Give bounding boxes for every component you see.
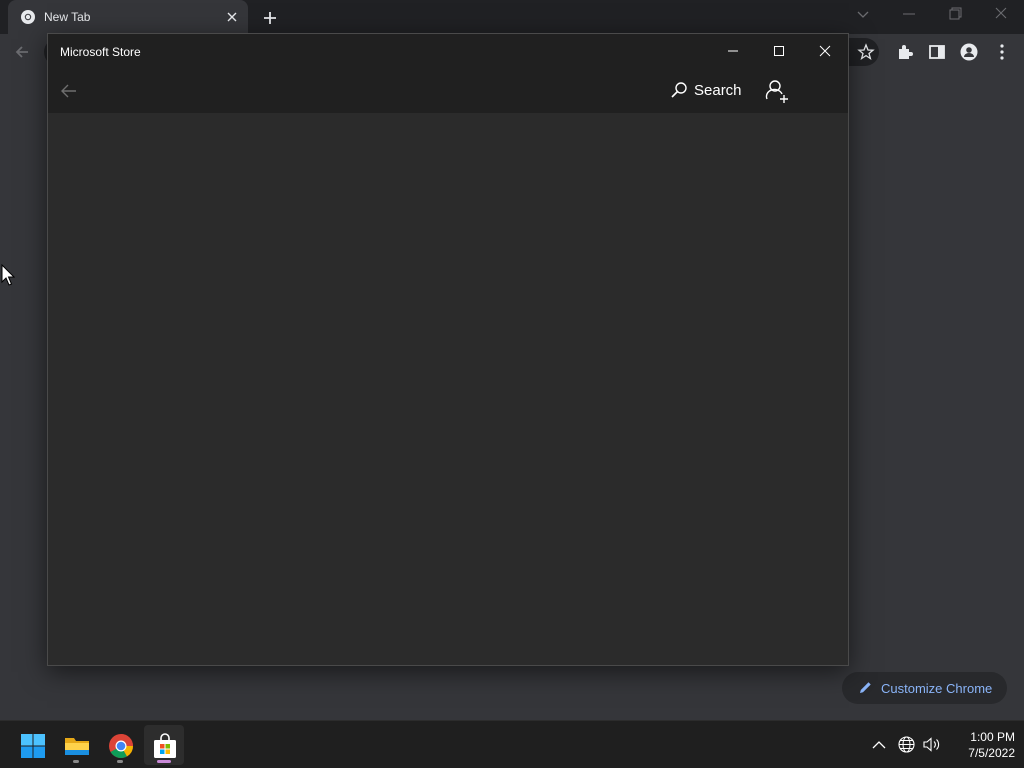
side-panel-icon[interactable] (928, 43, 946, 61)
windows-taskbar: 1:00 PM 7/5/2022 (0, 720, 1024, 768)
chrome-tab-strip: New Tab (0, 0, 1024, 34)
active-indicator (157, 760, 171, 763)
store-bag-icon (154, 733, 176, 758)
tab-title: New Tab (44, 10, 91, 24)
new-tab-plus-icon[interactable] (260, 8, 280, 28)
store-maximize-button[interactable] (756, 39, 802, 63)
extensions-puzzle-icon[interactable] (896, 43, 914, 61)
clock-date: 7/5/2022 (968, 746, 1015, 760)
store-minimize-button[interactable] (710, 39, 756, 63)
chrome-favicon-icon (21, 10, 35, 24)
pencil-icon (860, 682, 871, 693)
store-title-bar[interactable]: Microsoft Store (48, 34, 848, 68)
running-indicator (117, 760, 123, 763)
maximize-icon (774, 46, 784, 56)
taskbar-google-chrome[interactable] (100, 725, 140, 765)
store-back-arrow-icon[interactable] (58, 80, 80, 102)
clock-time: 1:00 PM (970, 730, 1015, 744)
store-header-bar: Search (48, 68, 848, 113)
show-hidden-icons-chevron-icon[interactable] (870, 736, 888, 754)
chrome-minimize-icon[interactable] (897, 4, 921, 24)
taskbar-clock[interactable]: 1:00 PM 7/5/2022 (945, 729, 1015, 763)
folder-icon (65, 738, 89, 755)
search-label: Search (694, 82, 742, 99)
tab-search-chevron-icon[interactable] (855, 6, 871, 22)
chrome-close-icon[interactable] (989, 4, 1013, 24)
customize-chrome-button[interactable]: Customize Chrome (842, 672, 1007, 704)
profile-avatar-icon[interactable] (960, 43, 978, 61)
mouse-cursor-icon (1, 264, 15, 286)
chrome-menu-kebab-icon[interactable] (993, 43, 1011, 61)
store-close-button[interactable] (802, 39, 848, 63)
network-globe-icon[interactable] (897, 735, 916, 754)
store-content-area (48, 113, 848, 665)
running-indicator (73, 760, 79, 763)
chrome-back-arrow-icon[interactable] (12, 42, 32, 62)
tab-close-icon[interactable] (224, 9, 240, 25)
store-window-title: Microsoft Store (60, 45, 141, 59)
bookmark-star-icon[interactable] (857, 43, 875, 61)
close-icon (819, 45, 831, 57)
taskbar-file-explorer[interactable] (56, 725, 96, 765)
windows-logo-icon (21, 734, 45, 758)
search-icon (671, 82, 687, 98)
chrome-restore-icon[interactable] (943, 4, 967, 24)
volume-speaker-icon[interactable] (922, 735, 941, 754)
add-account-icon[interactable] (764, 78, 790, 104)
store-search-button[interactable]: Search (668, 78, 743, 104)
minimize-icon (728, 50, 738, 52)
customize-chrome-label: Customize Chrome (881, 681, 993, 696)
chrome-logo-icon (109, 734, 133, 759)
tab-new-tab[interactable]: New Tab (8, 0, 248, 34)
taskbar-microsoft-store[interactable] (144, 725, 184, 765)
start-button[interactable] (12, 725, 52, 765)
microsoft-store-window: Microsoft Store Search (47, 33, 849, 666)
